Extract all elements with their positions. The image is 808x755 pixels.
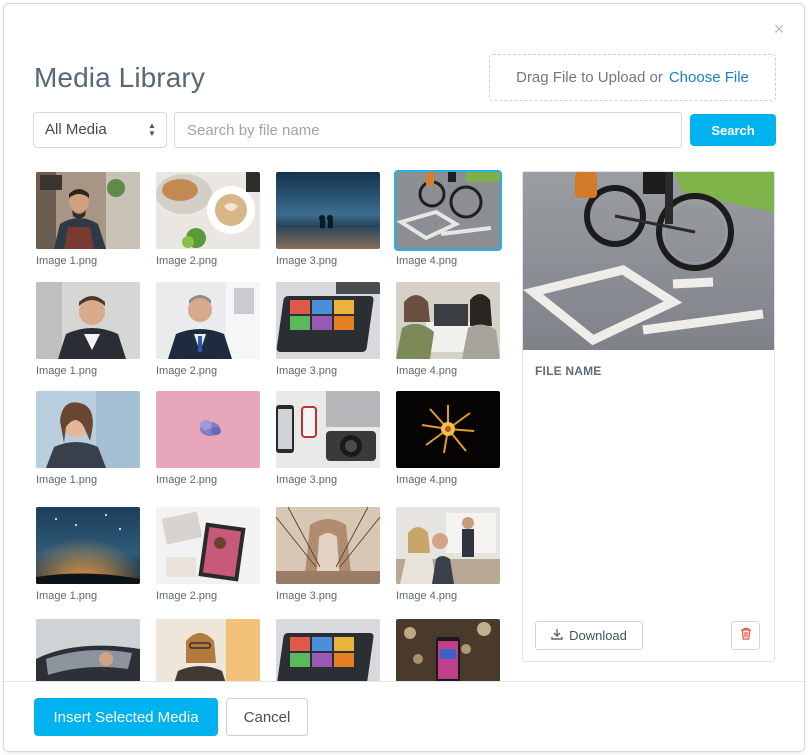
media-thumbnail (156, 282, 260, 359)
media-thumbnail (36, 391, 140, 468)
media-filename: Image 3.png (276, 365, 338, 377)
media-thumbnail (156, 172, 260, 249)
media-type-selected: All Media (45, 121, 107, 138)
media-tile[interactable]: Image 3.png (276, 391, 380, 486)
media-tile[interactable] (396, 619, 500, 682)
media-filename: Image 2.png (156, 474, 218, 486)
media-tile[interactable]: Image 1.png (36, 172, 140, 267)
media-filename: Image 2.png (156, 590, 218, 602)
media-thumbnail (276, 282, 380, 359)
media-filename: Image 1.png (36, 474, 98, 486)
search-button[interactable]: Search (690, 114, 776, 146)
media-tile[interactable]: Image 1.png (36, 507, 140, 602)
media-thumbnail (276, 172, 380, 249)
preview-image (523, 172, 774, 350)
media-thumbnail (36, 282, 140, 359)
media-tile[interactable] (276, 619, 380, 682)
media-thumbnail (396, 619, 500, 682)
download-label: Download (569, 628, 627, 643)
media-tile[interactable]: Image 3.png (276, 172, 380, 267)
choose-file-link[interactable]: Choose File (669, 69, 749, 86)
media-thumbnail (156, 619, 260, 682)
media-tile[interactable]: Image 2.png (156, 172, 260, 267)
media-filename: Image 3.png (276, 255, 338, 267)
delete-button[interactable] (731, 621, 760, 650)
upload-prompt: Drag File to Upload or (516, 69, 663, 86)
media-thumbnail (156, 391, 260, 468)
select-arrows-icon: ▲ ▼ (148, 121, 156, 138)
media-thumbnail (396, 391, 500, 468)
media-tile[interactable] (36, 619, 140, 682)
search-input[interactable] (174, 112, 682, 148)
media-filename: Image 4.png (396, 474, 458, 486)
media-thumbnail (36, 619, 140, 682)
media-tile[interactable]: Image 3.png (276, 507, 380, 602)
upload-dropzone[interactable]: Drag File to Upload or Choose File (489, 54, 776, 101)
trash-icon (740, 627, 752, 645)
media-filename: Image 3.png (276, 474, 338, 486)
cancel-button[interactable]: Cancel (226, 698, 308, 736)
media-thumbnail (396, 507, 500, 584)
download-button[interactable]: Download (535, 621, 643, 650)
media-preview-panel: FILE NAME Download (522, 171, 775, 662)
media-filename: Image 4.png (396, 590, 458, 602)
insert-selected-media-button[interactable]: Insert Selected Media (34, 698, 218, 736)
media-tile[interactable]: Image 3.png (276, 282, 380, 377)
media-thumbnail (36, 172, 140, 249)
media-thumbnail (276, 391, 380, 468)
media-tile[interactable]: Image 4.png (396, 391, 500, 486)
modal-title: Media Library (34, 62, 205, 93)
media-filename: Image 2.png (156, 365, 218, 377)
media-thumbnail (36, 507, 140, 584)
media-thumbnail (394, 170, 502, 251)
media-type-select[interactable]: All Media ▲ ▼ (33, 112, 167, 148)
media-tile[interactable] (156, 619, 260, 682)
file-name-label: FILE NAME (535, 364, 602, 378)
media-library-modal: × Media Library Drag File to Upload or C… (3, 3, 805, 752)
media-filename: Image 1.png (36, 365, 98, 377)
media-tile[interactable]: Image 1.png (36, 391, 140, 486)
media-grid: Image 1.png Image 2.png Image 3.png Imag… (4, 164, 519, 682)
media-tile[interactable]: Image 4.png (396, 507, 500, 602)
close-icon[interactable]: × (770, 20, 788, 38)
media-filename: Image 3.png (276, 590, 338, 602)
media-tile-selected[interactable]: Image 4.png (394, 170, 502, 267)
media-tile[interactable]: Image 4.png (396, 282, 500, 377)
media-filename: Image 4.png (396, 255, 458, 267)
media-thumbnail (276, 619, 380, 682)
media-tile[interactable]: Image 1.png (36, 282, 140, 377)
media-tile[interactable]: Image 2.png (156, 507, 260, 602)
media-filename: Image 2.png (156, 255, 218, 267)
modal-footer: Insert Selected Media Cancel (4, 681, 804, 751)
media-filename: Image 4.png (396, 365, 458, 377)
media-thumbnail (396, 282, 500, 359)
media-thumbnail (276, 507, 380, 584)
media-tile[interactable]: Image 2.png (156, 391, 260, 486)
media-thumbnail (156, 507, 260, 584)
download-icon (551, 628, 563, 643)
media-tile[interactable]: Image 2.png (156, 282, 260, 377)
media-filename: Image 1.png (36, 590, 98, 602)
media-filename: Image 1.png (36, 255, 98, 267)
